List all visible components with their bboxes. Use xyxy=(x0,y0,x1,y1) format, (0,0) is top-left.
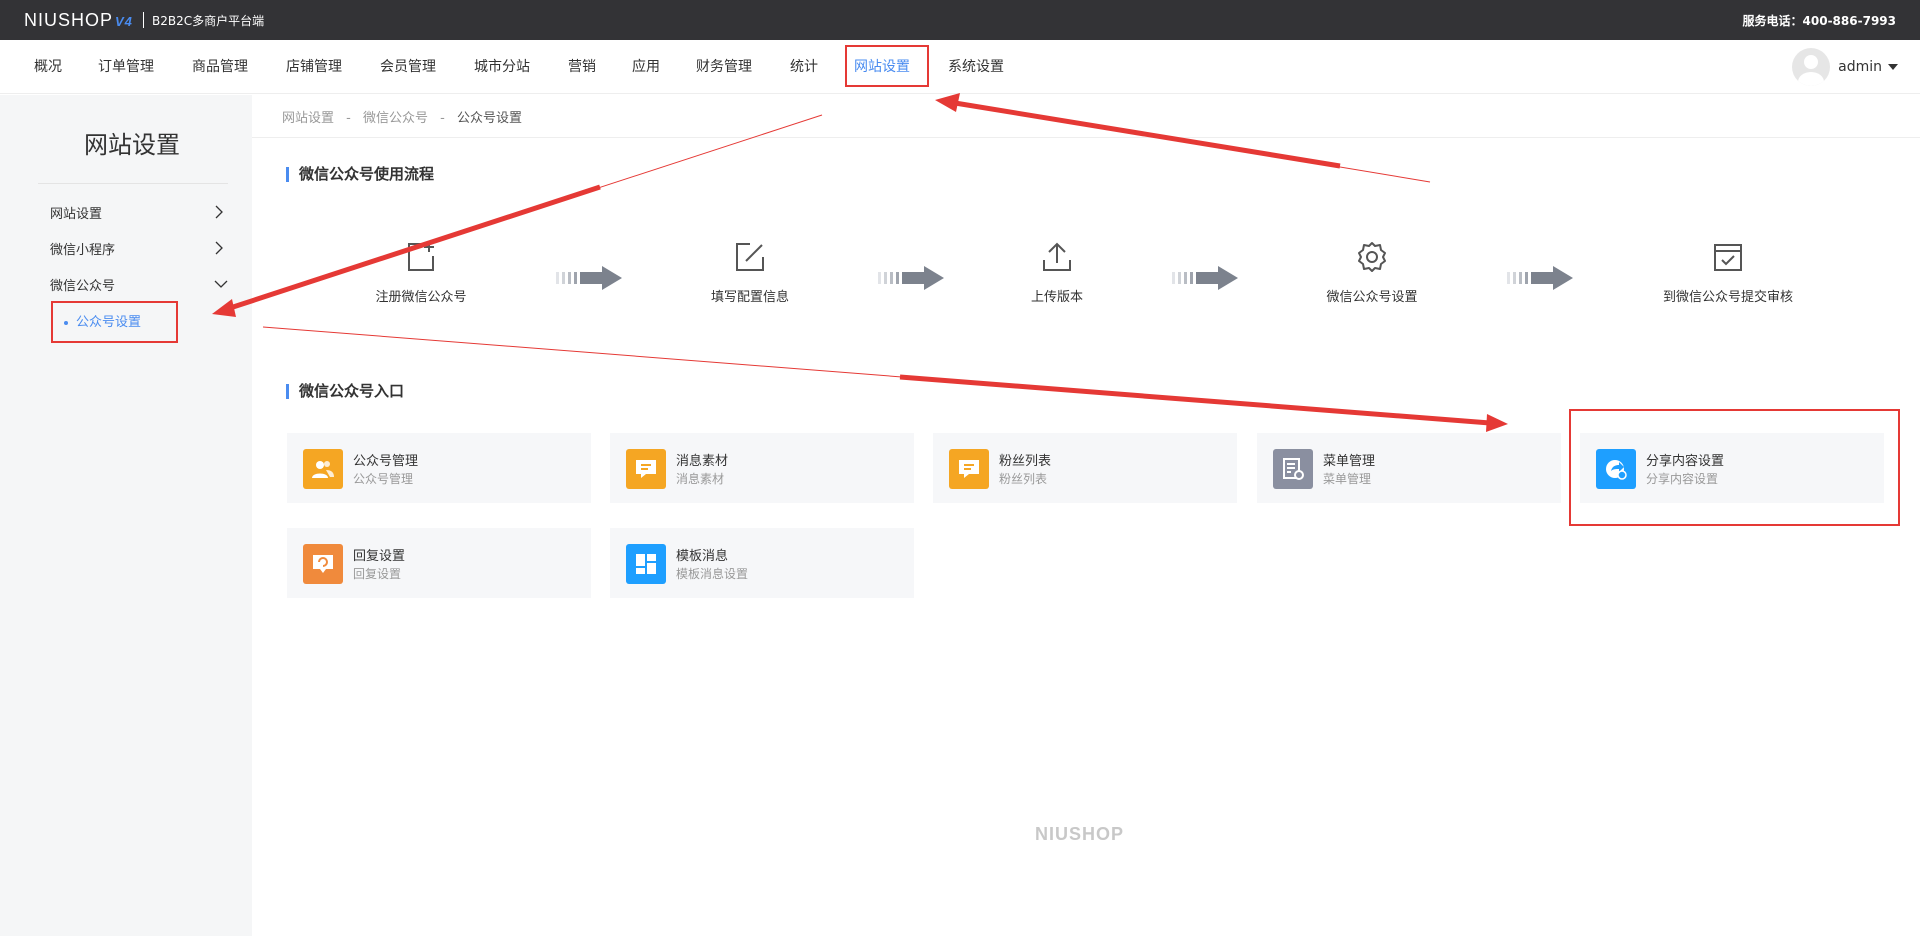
card-title: 分享内容设置 xyxy=(1646,454,1725,469)
service-hotline: 服务电话：400-886-7993 xyxy=(1742,14,1896,28)
chevron-right-icon xyxy=(215,241,223,255)
nav-item-city-stations[interactable]: 城市分站 xyxy=(474,40,530,94)
active-dot-icon xyxy=(64,320,68,325)
nav-item-site-settings[interactable]: 网站设置 xyxy=(854,40,910,94)
message-icon xyxy=(626,449,666,489)
breadcrumb-separator: - xyxy=(440,111,445,126)
sidebar-item-label: 微信公众号 xyxy=(50,279,116,294)
flow-step-label: 上传版本 xyxy=(1030,290,1083,305)
card-subtitle: 回复设置 xyxy=(353,567,402,581)
logo-text: NIUSHOP xyxy=(24,10,114,30)
nav-item-overview[interactable]: 概况 xyxy=(34,40,62,94)
reply-icon xyxy=(303,544,343,584)
sidebar-item-label: 网站设置 xyxy=(50,207,103,222)
chevron-down-icon xyxy=(214,280,228,288)
card-subtitle: 模板消息设置 xyxy=(676,567,749,581)
card-title: 回复设置 xyxy=(353,549,406,564)
menu-icon xyxy=(1273,449,1313,489)
entry-card-template-message[interactable]: 模板消息 模板消息设置 xyxy=(610,528,914,598)
user-menu[interactable]: admin xyxy=(1792,48,1898,86)
check-calendar-icon xyxy=(1714,244,1742,271)
breadcrumb-divider xyxy=(252,137,1920,138)
caret-down-icon xyxy=(1888,64,1898,70)
flow-step-label: 填写配置信息 xyxy=(710,290,789,305)
entry-card-menu-management[interactable]: 菜单管理 菜单管理 xyxy=(1257,433,1561,503)
sidebar-item-site-settings[interactable]: 网站设置 xyxy=(50,203,230,223)
template-icon xyxy=(626,544,666,584)
flow-section-title: 微信公众号使用流程 xyxy=(286,167,434,182)
card-title: 菜单管理 xyxy=(1323,454,1376,469)
entry-card-official-account[interactable]: 公众号管理 公众号管理 xyxy=(287,433,591,503)
logo[interactable]: NIUSHOP V4 xyxy=(24,10,133,31)
card-subtitle: 公众号管理 xyxy=(353,472,414,486)
card-title: 消息素材 xyxy=(676,454,729,469)
flow-arrow-icon xyxy=(1507,266,1573,290)
flow-step: 到微信公众号提交审核 xyxy=(1628,240,1828,305)
flow-step: 微信公众号设置 xyxy=(1272,240,1472,305)
flow-arrow-icon xyxy=(1172,266,1238,290)
add-document-icon xyxy=(408,242,434,271)
breadcrumb: 网站设置 - 微信公众号 - 公众号设置 xyxy=(282,107,522,126)
entry-section-title: 微信公众号入口 xyxy=(286,384,404,399)
flow-arrow-icon xyxy=(556,266,622,290)
nav-item-goods[interactable]: 商品管理 xyxy=(192,40,248,94)
sidebar: 网站设置 网站设置 微信小程序 微信公众号 公众号设置 xyxy=(0,95,252,936)
flow-arrow-icon xyxy=(878,266,944,290)
card-subtitle: 消息素材 xyxy=(676,472,725,486)
users-icon xyxy=(303,449,343,489)
entry-card-message-material[interactable]: 消息素材 消息素材 xyxy=(610,433,914,503)
sidebar-subitem-official-settings[interactable]: 公众号设置 xyxy=(64,311,141,330)
fans-list-icon xyxy=(949,449,989,489)
card-title: 粉丝列表 xyxy=(999,454,1052,469)
breadcrumb-item[interactable]: 微信公众号 xyxy=(363,111,428,126)
card-title: 模板消息 xyxy=(676,549,729,564)
card-subtitle: 分享内容设置 xyxy=(1646,472,1719,486)
nav-item-shops[interactable]: 店铺管理 xyxy=(286,40,342,94)
footer-logo: NIUSHOP xyxy=(1035,824,1125,844)
entry-card-reply-settings[interactable]: 回复设置 回复设置 xyxy=(287,528,591,598)
top-bar: NIUSHOP V4 B2B2C多商户平台端 服务电话：400-886-7993 xyxy=(0,0,1920,40)
breadcrumb-separator: - xyxy=(346,111,351,126)
sidebar-divider xyxy=(38,183,228,184)
sidebar-item-label: 微信小程序 xyxy=(50,243,116,258)
entry-card-share-content[interactable]: 分享内容设置 分享内容设置 xyxy=(1580,433,1884,503)
sidebar-subitem-label: 公众号设置 xyxy=(76,315,142,330)
nav-item-stats[interactable]: 统计 xyxy=(790,40,818,94)
entry-card-fans-list[interactable]: 粉丝列表 粉丝列表 xyxy=(933,433,1237,503)
breadcrumb-current: 公众号设置 xyxy=(457,111,523,126)
nav-item-system-settings[interactable]: 系统设置 xyxy=(948,40,1004,94)
nav-item-finance[interactable]: 财务管理 xyxy=(696,40,752,94)
card-subtitle: 菜单管理 xyxy=(1323,472,1372,486)
nav-item-orders[interactable]: 订单管理 xyxy=(98,40,154,94)
flow-step-label: 注册微信公众号 xyxy=(375,290,467,305)
chevron-right-icon xyxy=(215,205,223,219)
flow-step: 上传版本 xyxy=(957,240,1157,305)
flow-step-label: 微信公众号设置 xyxy=(1326,290,1418,305)
nav-item-members[interactable]: 会员管理 xyxy=(380,40,436,94)
avatar xyxy=(1792,48,1831,86)
main-nav: 概况 订单管理 商品管理 店铺管理 会员管理 城市分站 营销 应用 财务管理 统… xyxy=(0,40,1920,94)
flow-step: 注册微信公众号 xyxy=(321,240,521,305)
edit-icon xyxy=(736,243,764,271)
logo-divider xyxy=(143,12,144,28)
sidebar-item-mini-program[interactable]: 微信小程序 xyxy=(50,239,230,259)
flow-step-label: 到微信公众号提交审核 xyxy=(1662,290,1793,305)
flow-step: 填写配置信息 xyxy=(650,240,850,305)
sidebar-title: 网站设置 xyxy=(84,131,180,159)
share-icon xyxy=(1596,449,1636,489)
card-subtitle: 粉丝列表 xyxy=(999,472,1048,486)
breadcrumb-item[interactable]: 网站设置 xyxy=(282,111,334,126)
card-title: 公众号管理 xyxy=(353,454,419,469)
nav-item-apps[interactable]: 应用 xyxy=(632,40,660,94)
nav-item-marketing[interactable]: 营销 xyxy=(568,40,596,94)
user-name: admin xyxy=(1838,59,1882,75)
upload-icon xyxy=(1043,242,1071,271)
logo-version: V4 xyxy=(115,14,133,29)
sidebar-item-wechat-official[interactable]: 微信公众号 xyxy=(50,275,230,295)
gear-icon xyxy=(1358,242,1386,272)
platform-name: B2B2C多商户平台端 xyxy=(152,14,265,28)
